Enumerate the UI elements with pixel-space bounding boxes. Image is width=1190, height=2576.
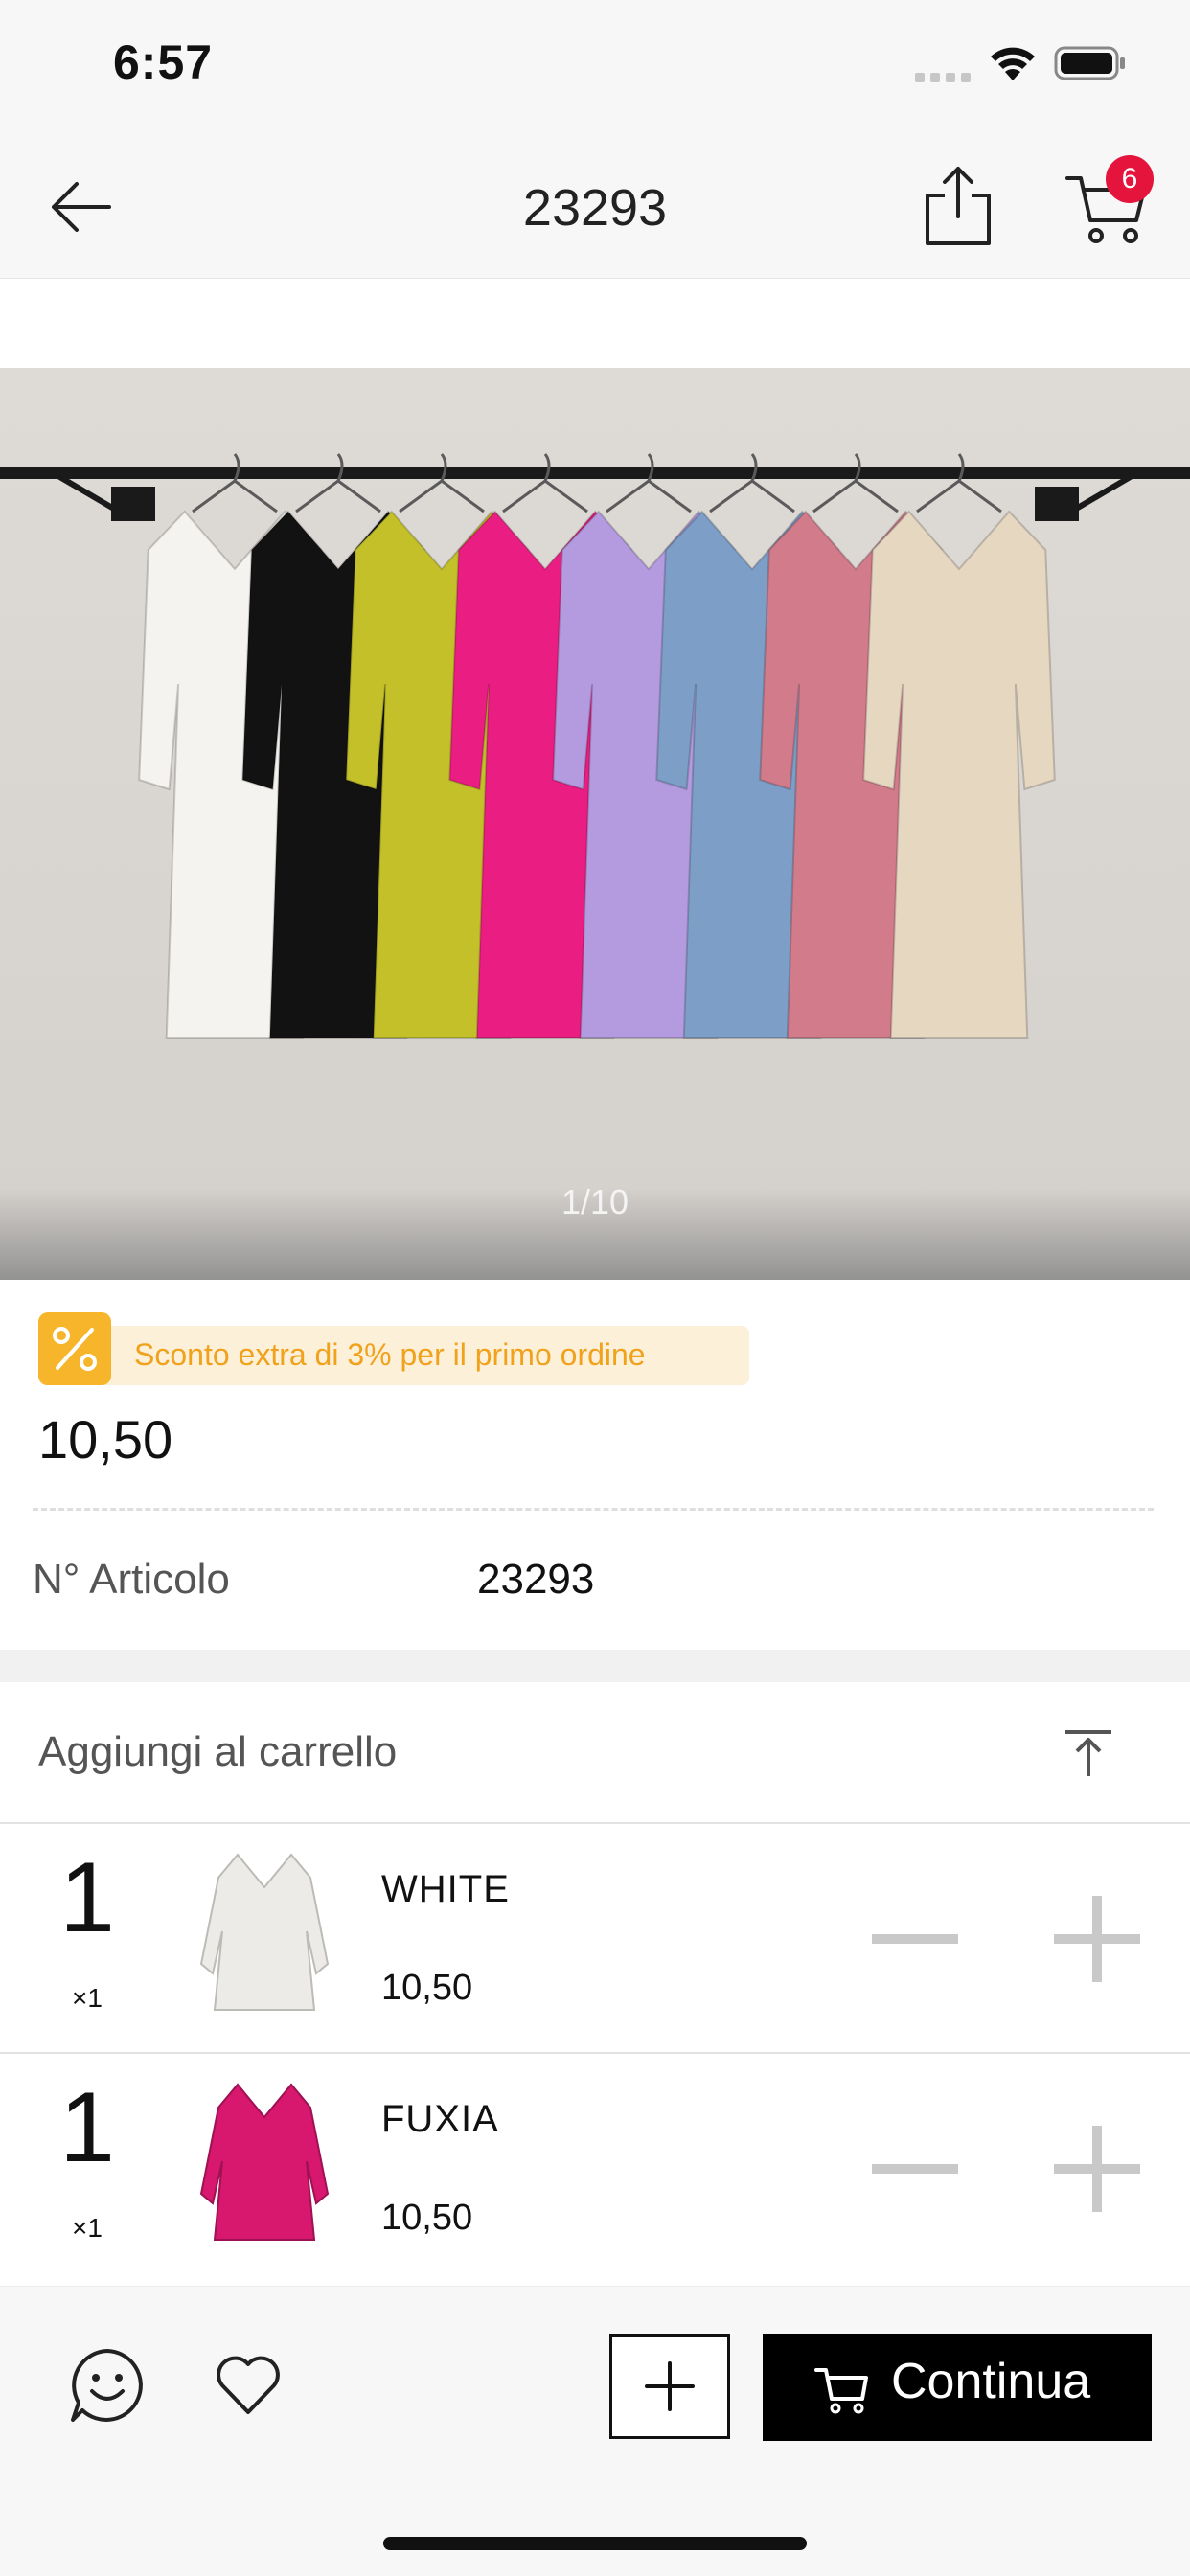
variant-price: 10,50 bbox=[381, 1968, 473, 2008]
decrease-quantity-button[interactable] bbox=[872, 1934, 958, 1944]
battery-icon bbox=[1054, 46, 1125, 80]
plus-icon bbox=[645, 2361, 695, 2411]
product-price: 10,50 bbox=[38, 1409, 173, 1470]
decrease-quantity-button[interactable] bbox=[872, 2164, 958, 2174]
garments-group bbox=[138, 453, 1056, 1039]
hanger-icon bbox=[606, 453, 692, 513]
collapse-to-top-icon[interactable] bbox=[1060, 1728, 1117, 1778]
variant-thumbnail bbox=[188, 2079, 341, 2251]
article-number-value: 23293 bbox=[477, 1556, 595, 1603]
cell-signal-icon bbox=[915, 73, 971, 82]
article-number-label: N° Articolo bbox=[33, 1556, 230, 1603]
increase-quantity-button[interactable] bbox=[1054, 1896, 1140, 1982]
variant-quantity: 1 bbox=[59, 1842, 115, 1953]
add-variant-button[interactable] bbox=[609, 2334, 730, 2439]
increase-quantity-button[interactable] bbox=[1054, 2126, 1140, 2212]
hanger-icon bbox=[916, 453, 1002, 513]
share-icon[interactable] bbox=[920, 163, 996, 249]
favorite-heart-icon[interactable] bbox=[215, 2353, 282, 2416]
product-image-gallery[interactable] bbox=[0, 368, 1190, 1280]
page-title: 23293 bbox=[522, 179, 668, 237]
home-indicator bbox=[383, 2537, 807, 2550]
plus-icon bbox=[1092, 2126, 1102, 2212]
variant-multiplier: ×1 bbox=[72, 2213, 103, 2243]
promo-text: Sconto extra di 3% per il primo ordine bbox=[134, 1337, 646, 1372]
cart-count-badge: 6 bbox=[1106, 155, 1154, 203]
discount-percent-icon bbox=[38, 1312, 111, 1385]
gallery-page-counter: 1/10 bbox=[561, 1182, 629, 1221]
divider bbox=[33, 1508, 1154, 1511]
status-time: 6:57 bbox=[113, 35, 214, 89]
hanger-icon bbox=[295, 453, 381, 513]
variant-multiplier: ×1 bbox=[72, 1983, 103, 2013]
wifi-icon bbox=[991, 47, 1035, 80]
hanger-icon bbox=[502, 453, 588, 513]
chat-smiley-icon[interactable] bbox=[69, 2347, 146, 2424]
divider bbox=[0, 1822, 1190, 1824]
add-to-cart-title: Aggiungi al carrello bbox=[38, 1728, 398, 1775]
section-separator bbox=[0, 1650, 1190, 1682]
variant-thumbnail bbox=[188, 1849, 341, 2021]
continue-button-label: Continua bbox=[891, 2354, 1091, 2409]
variant-quantity: 1 bbox=[59, 2072, 115, 2183]
hanger-icon bbox=[812, 453, 899, 513]
cart-icon bbox=[814, 2368, 868, 2414]
hanger-icon bbox=[399, 453, 485, 513]
variant-name: FUXIA bbox=[381, 2098, 499, 2140]
divider bbox=[0, 2052, 1190, 2054]
hanger-icon bbox=[709, 453, 795, 513]
hanger-icon bbox=[192, 453, 278, 513]
variant-price: 10,50 bbox=[381, 2198, 473, 2238]
plus-icon bbox=[1092, 1896, 1102, 1982]
variant-name: WHITE bbox=[381, 1868, 510, 1910]
product-photo bbox=[0, 453, 1190, 1039]
